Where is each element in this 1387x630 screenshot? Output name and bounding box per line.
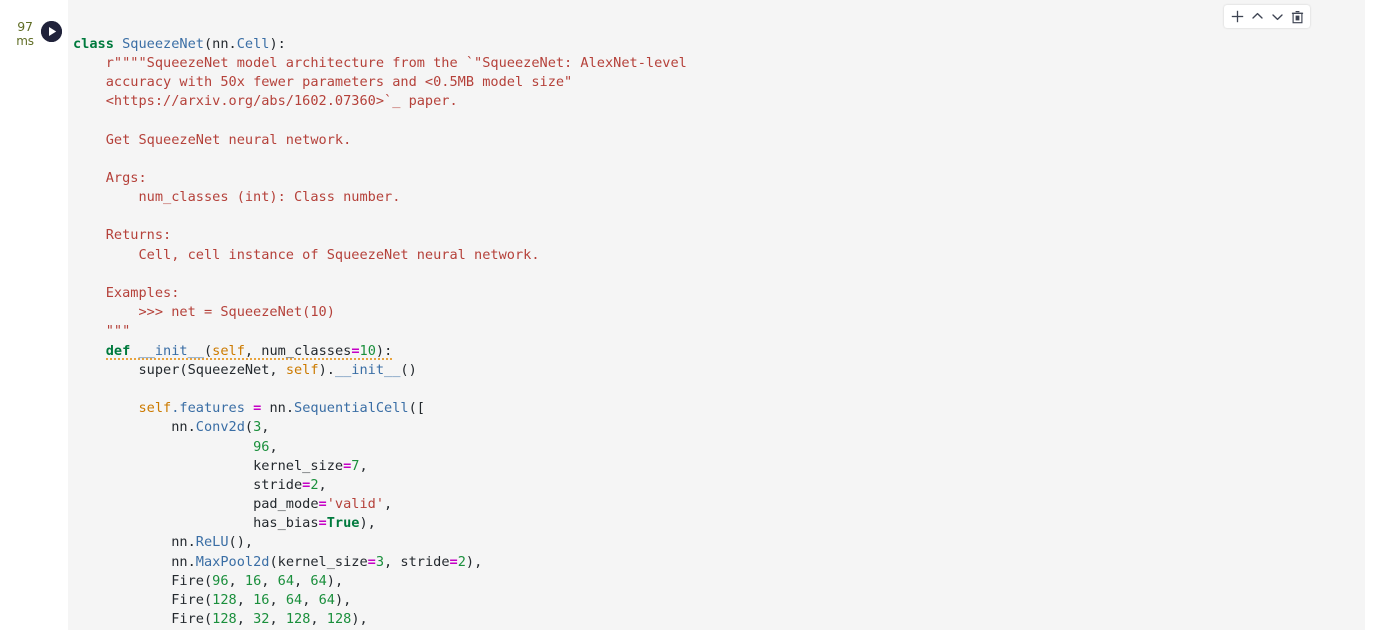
code-line: """	[105, 323, 131, 340]
move-cell-down-button[interactable]	[1267, 6, 1287, 27]
code-line: <https://arxiv.org/abs/1602.07360>`_ pap…	[105, 93, 458, 110]
code-line: class SqueezeNet(nn.Cell):	[73, 35, 286, 52]
code-line: r""""SqueezeNet model architecture from …	[105, 54, 687, 71]
code-line: nn.ReLU(),	[171, 534, 254, 551]
code-line: kernel_size=7,	[253, 457, 368, 474]
code-line: self.features = nn.SequentialCell([	[138, 400, 425, 417]
code-line: super(SqueezeNet, self).__init__()	[138, 361, 417, 378]
cell-toolbar	[1224, 5, 1310, 28]
move-cell-up-button[interactable]	[1247, 6, 1267, 27]
code-line: >>> net = SqueezeNet(10)	[138, 304, 335, 321]
code-line: Returns:	[105, 227, 172, 244]
add-cell-button[interactable]	[1227, 6, 1247, 27]
code-line: nn.MaxPool2d(kernel_size=3, stride=2),	[171, 553, 483, 570]
chevron-down-icon	[1271, 14, 1283, 21]
code-line: Fire(128, 32, 128, 128),	[171, 611, 368, 628]
code-line: nn.Conv2d(3,	[171, 419, 270, 436]
cell-gutter: 97 ms	[0, 0, 68, 630]
code-line: num_classes (int): Class number.	[138, 189, 401, 206]
code-line: Examples:	[105, 285, 180, 302]
code-line: Args:	[105, 169, 147, 186]
code-cell[interactable]: class SqueezeNet(nn.Cell): r""""SqueezeN…	[68, 0, 1365, 630]
run-cell-button[interactable]	[41, 21, 62, 42]
code-line: def __init__(self, num_classes=10):	[105, 342, 393, 360]
trash-icon	[1291, 10, 1303, 23]
chevron-up-icon	[1251, 12, 1263, 19]
code-editor[interactable]: class SqueezeNet(nn.Cell): r""""SqueezeN…	[73, 35, 687, 630]
code-line: pad_mode='valid',	[253, 496, 393, 513]
plus-icon	[1231, 10, 1243, 23]
code-line: has_bias=True),	[253, 515, 376, 532]
code-line: Get SqueezeNet neural network.	[105, 131, 352, 148]
play-circle-icon	[41, 21, 62, 42]
delete-cell-button[interactable]	[1287, 6, 1307, 27]
code-line: accuracy with 50x fewer parameters and <…	[105, 73, 573, 90]
execution-time-value: 97	[17, 19, 33, 34]
code-line: Fire(96, 16, 64, 64),	[171, 572, 344, 589]
code-line: Cell, cell instance of SqueezeNet neural…	[138, 246, 540, 263]
code-line: Fire(128, 16, 64, 64),	[171, 592, 352, 609]
code-line: 96,	[253, 438, 278, 455]
code-line: stride=2,	[253, 476, 327, 493]
execution-time-unit: ms	[16, 34, 34, 48]
notebook-code-cell-container: 97 ms class SqueezeNet(nn.Cell): r""""Sq…	[0, 0, 1387, 630]
execution-time-label: 97 ms	[12, 19, 38, 49]
